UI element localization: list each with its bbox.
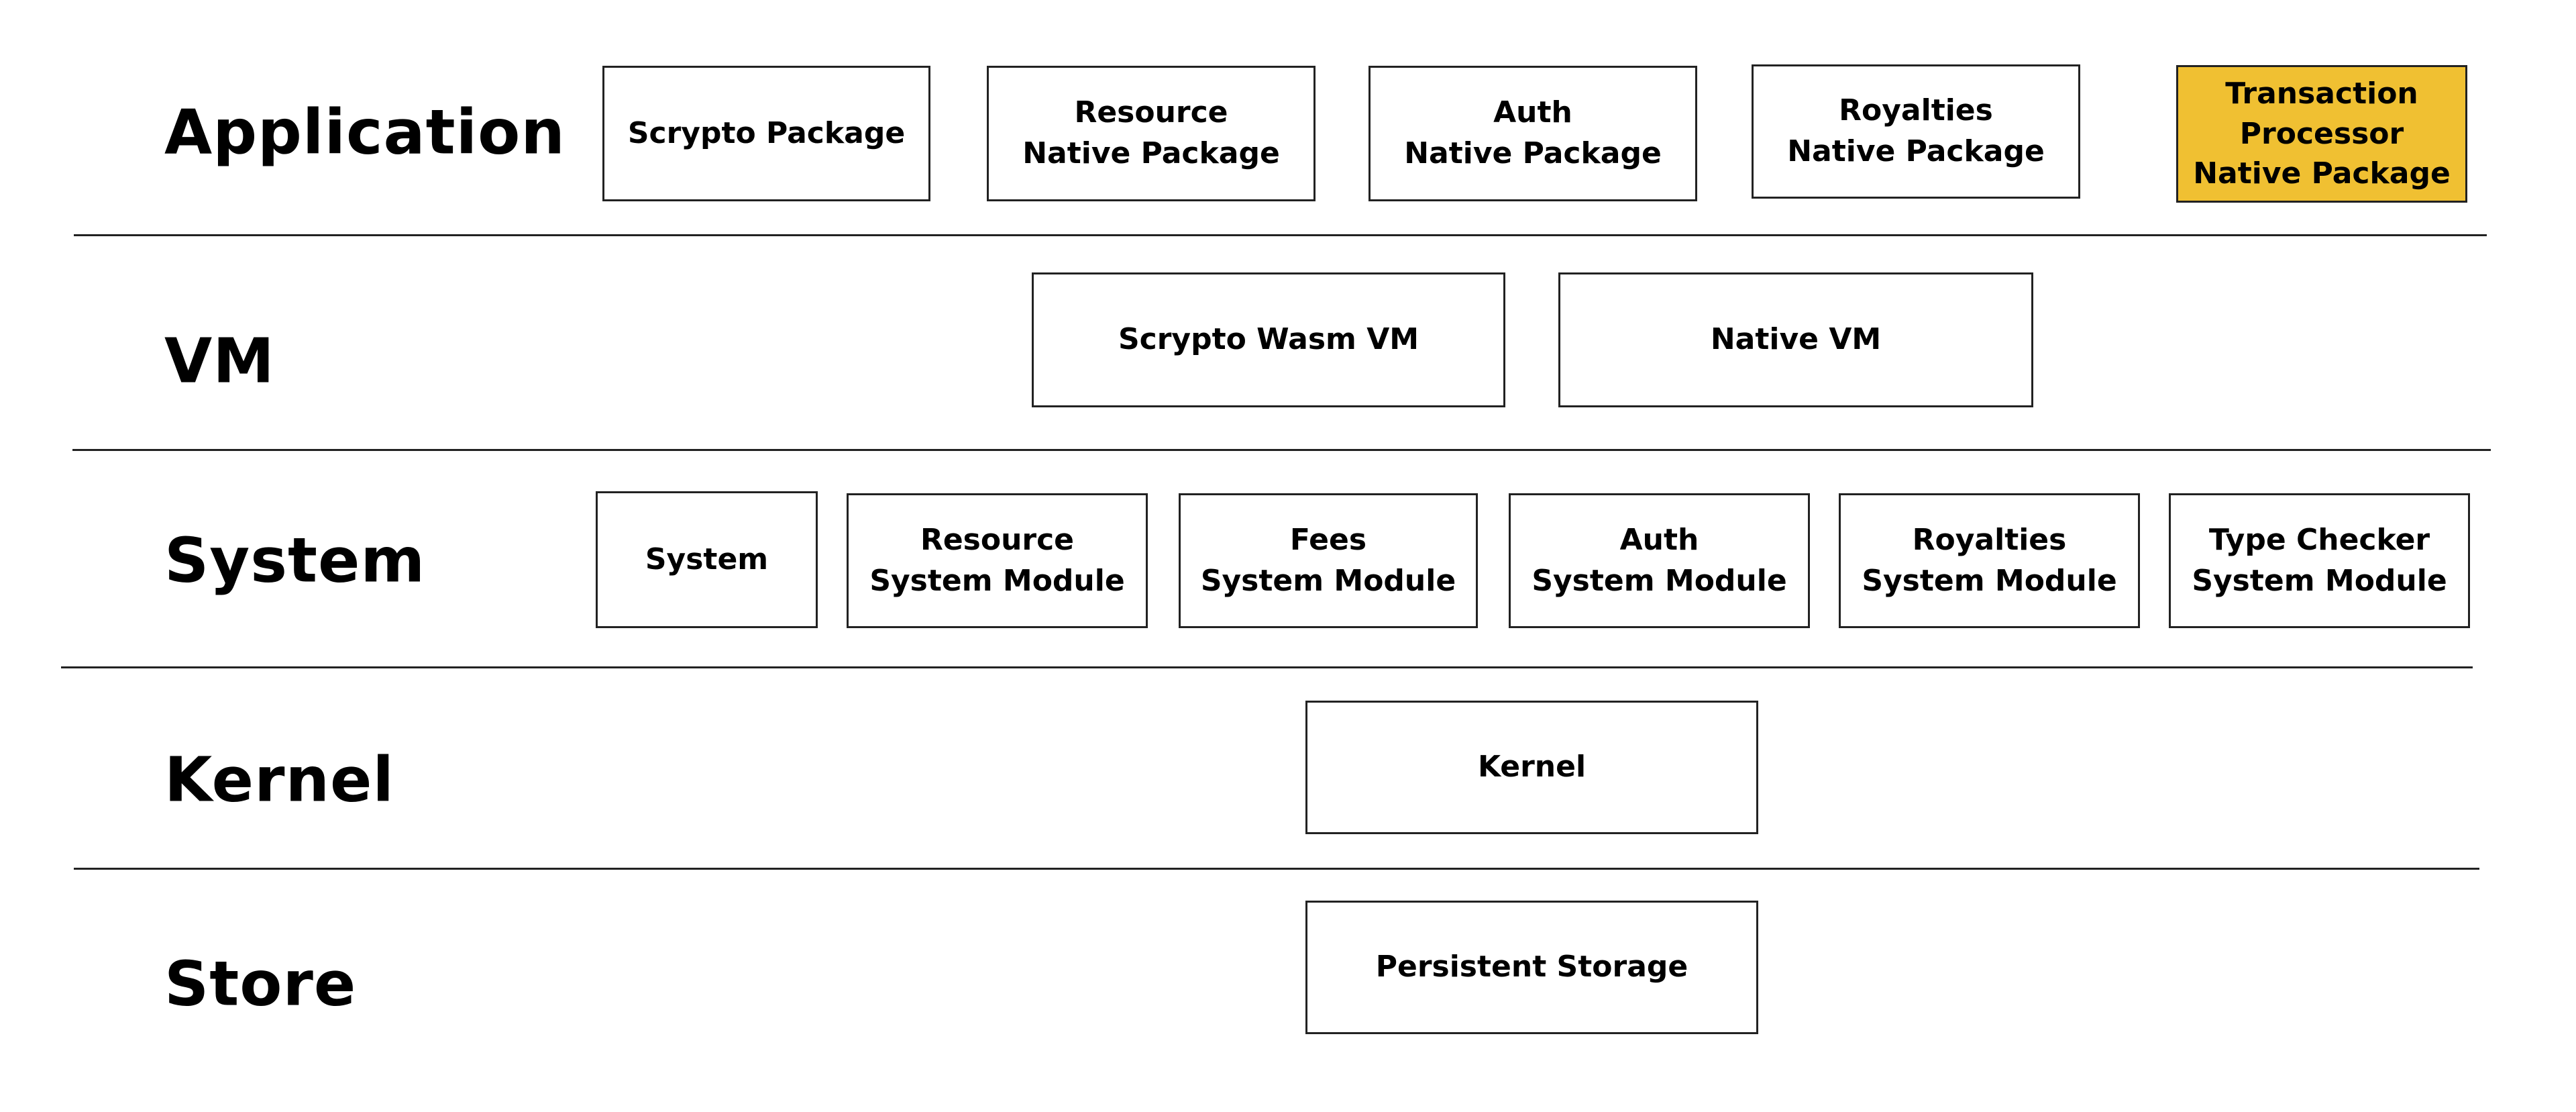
layer-label-system: System xyxy=(164,524,426,597)
box-type-checker-system-module: Type Checker System Module xyxy=(2169,493,2470,628)
layer-label-vm: VM xyxy=(164,325,275,397)
box-royalties-native-package: Royalties Native Package xyxy=(1752,64,2080,199)
box-auth-native-package: Auth Native Package xyxy=(1368,66,1697,201)
layer-label-kernel: Kernel xyxy=(164,744,394,816)
layer-label-application: Application xyxy=(164,96,566,168)
box-transaction-processor-native-package: Transaction Processor Native Package xyxy=(2176,65,2467,203)
box-system: System xyxy=(596,491,818,628)
separator-system-kernel xyxy=(61,666,2473,668)
box-fees-system-module: Fees System Module xyxy=(1179,493,1478,628)
box-resource-system-module: Resource System Module xyxy=(847,493,1148,628)
layer-label-store: Store xyxy=(164,948,357,1020)
box-resource-native-package: Resource Native Package xyxy=(987,66,1316,201)
box-persistent-storage: Persistent Storage xyxy=(1305,901,1758,1034)
box-scrypto-wasm-vm: Scrypto Wasm VM xyxy=(1032,272,1505,407)
box-scrypto-package: Scrypto Package xyxy=(602,66,930,201)
separator-application-vm xyxy=(74,234,2487,236)
separator-kernel-store xyxy=(74,868,2479,870)
box-native-vm: Native VM xyxy=(1558,272,2033,407)
box-kernel: Kernel xyxy=(1305,701,1758,834)
separator-vm-system xyxy=(72,449,2491,451)
box-auth-system-module: Auth System Module xyxy=(1509,493,1810,628)
box-royalties-system-module: Royalties System Module xyxy=(1839,493,2140,628)
